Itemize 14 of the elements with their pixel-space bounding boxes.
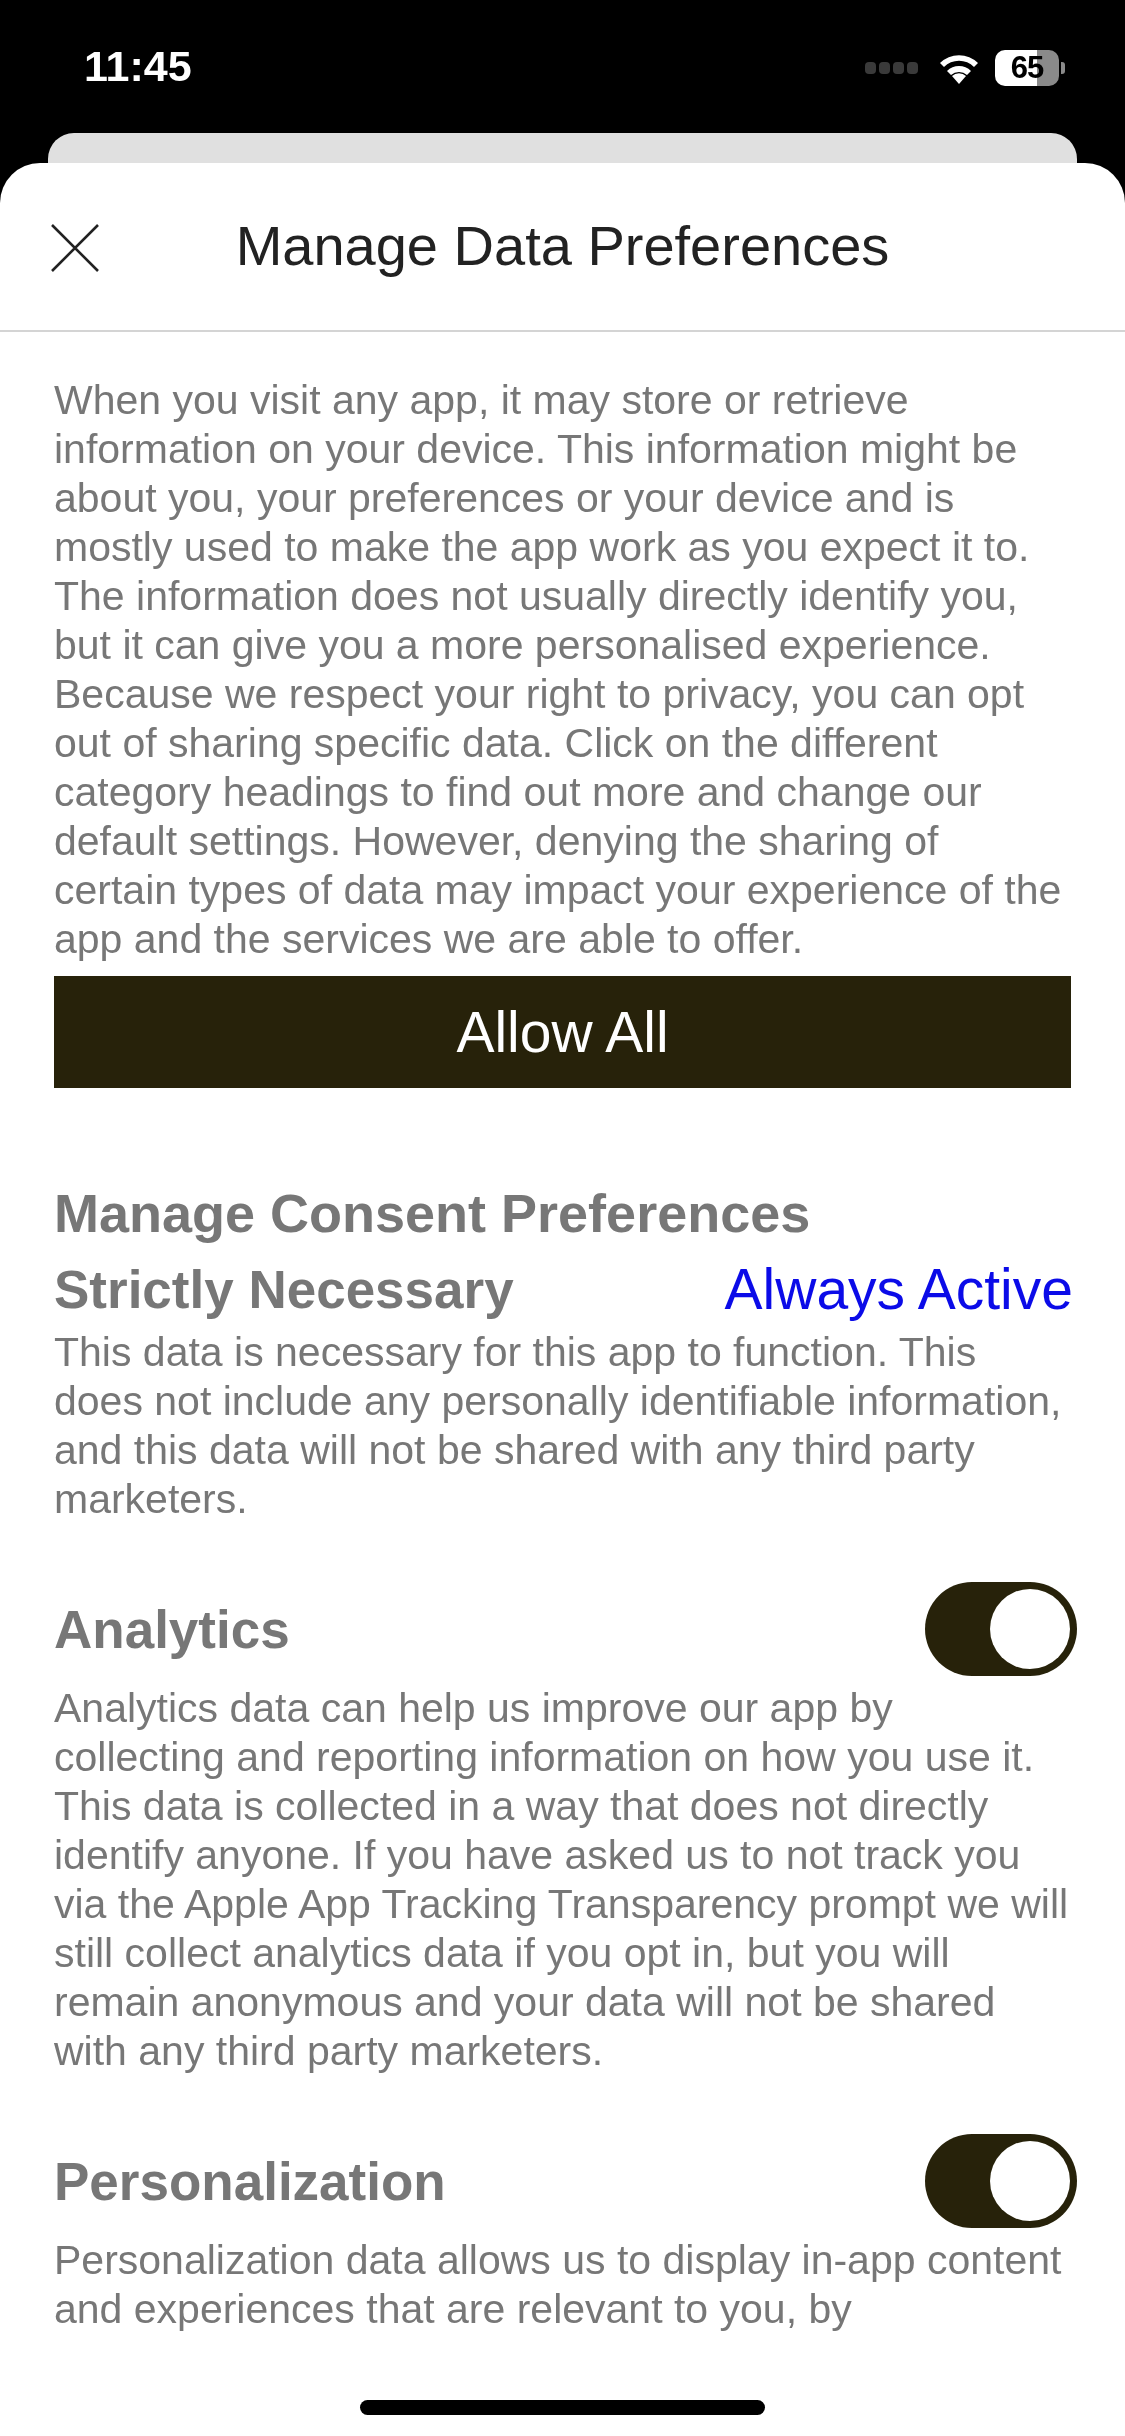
- category-description: This data is necessary for this app to function. This does not include any personally identifiable information, and this data will not be shared with any third party marketers.: [54, 1328, 1063, 1524]
- signal-icon: [865, 60, 919, 76]
- category-name[interactable]: Personalization: [54, 2150, 446, 2212]
- category-name[interactable]: Analytics: [54, 1598, 290, 1660]
- always-active-label: Always Active: [724, 1256, 1073, 1322]
- section-title: Manage Consent Preferences: [54, 1182, 812, 1244]
- allow-all-button[interactable]: Allow All: [54, 976, 1071, 1088]
- sheet-title: Manage Data Preferences: [235, 213, 890, 278]
- intro-text: When you visit any app, it may store or retrieve information on your device. This information might be about you, your preferences or your device and is mostly used to make the app work as you expect it to. The information does not usually directly identify you, but it can give you a more personalised experience. Because we respect your right to privacy, you can opt out of sharing specific data. Click on the different category headings to find out more and change our default settings. However, denying the sharing of certain types of data may impact your experience of the app and the services we are able to offer.: [54, 376, 1063, 964]
- category-description: Analytics data can help us improve our app by collecting and reporting information on how you use it. This data is collected in a way that does not directly identify anyone. If you have asked us to not track you via the Apple App Tracking Transparency prompt we will still collect analytics data if you opt in, but you will remain anonymous and your data will not be shared with any third party marketers.: [54, 1684, 1070, 2076]
- category-name[interactable]: Strictly Necessary: [54, 1258, 514, 1320]
- status-time: 11:45: [84, 42, 192, 91]
- close-icon[interactable]: [50, 223, 100, 273]
- category-description: Personalization data allows us to display in-app content and experiences that are relevant to you, by: [54, 2236, 1063, 2334]
